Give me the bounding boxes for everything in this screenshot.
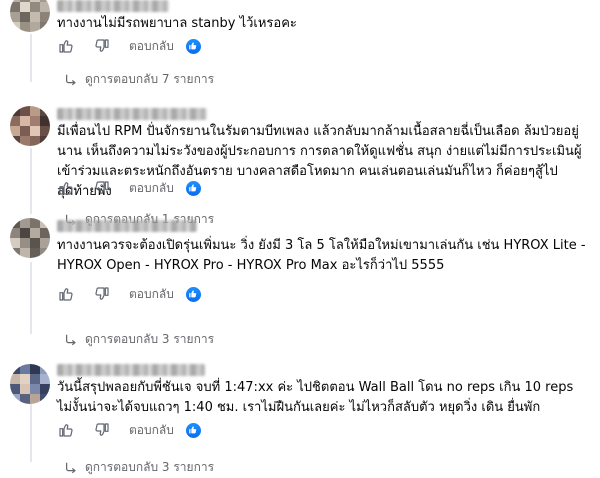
comment-text: วันนี้สรุปพลอยกับพี่ชันเจ จบที่ 1:47:xx … — [57, 380, 578, 415]
comment-actions: ตอบกลับ — [57, 178, 201, 198]
avatar[interactable] — [10, 106, 50, 146]
like-reaction-icon[interactable] — [185, 286, 201, 302]
commenter-name[interactable] — [57, 0, 169, 12]
thumb-down-icon[interactable] — [93, 179, 111, 197]
view-replies-label: ดูการตอบกลับ 3 รายการ — [85, 332, 215, 346]
comment-text: ทางงานควรจะต้องเปิดรุ่นเพิ่มนะ วิ่ง ยังม… — [57, 238, 590, 273]
commenter-name[interactable] — [57, 108, 207, 120]
avatar[interactable] — [10, 364, 50, 404]
comment-item: ทางงานไม่มีรถพยาบาล stanby ไว้เหรอคะ ตอบ… — [0, 0, 600, 90]
view-replies-link[interactable]: ดูการตอบกลับ 7 รายการ — [64, 70, 214, 89]
view-replies-label: ดูการตอบกลับ 7 รายการ — [85, 72, 215, 86]
like-reaction-icon[interactable] — [185, 422, 201, 438]
thumb-down-icon[interactable] — [93, 37, 111, 55]
view-replies-label: ดูการตอบกลับ 3 รายการ — [85, 460, 215, 474]
view-replies-link[interactable]: ดูการตอบกลับ 3 รายการ — [64, 330, 214, 349]
commenter-name[interactable] — [57, 220, 197, 232]
like-reaction-icon[interactable] — [185, 180, 201, 196]
avatar[interactable] — [10, 218, 50, 258]
reply-arrow-icon — [64, 333, 78, 347]
reply-arrow-icon — [64, 461, 78, 475]
avatar[interactable] — [10, 0, 50, 32]
reply-arrow-icon — [64, 73, 78, 87]
thumb-up-icon[interactable] — [57, 179, 75, 197]
thumb-up-icon[interactable] — [57, 285, 75, 303]
comment-actions: ตอบกลับ — [57, 284, 201, 304]
thumb-down-icon[interactable] — [93, 421, 111, 439]
reply-button[interactable]: ตอบกลับ — [129, 37, 174, 56]
reply-button[interactable]: ตอบกลับ — [129, 285, 174, 304]
comment-actions: ตอบกลับ — [57, 420, 201, 440]
comment-item: ทางงานควรจะต้องเปิดรุ่นเพิ่มนะ วิ่ง ยังม… — [0, 218, 600, 348]
like-reaction-icon[interactable] — [185, 38, 201, 54]
thumb-down-icon[interactable] — [93, 285, 111, 303]
comment-actions: ตอบกลับ — [57, 36, 201, 56]
comment-item: มีเพื่อนไป RPM ปั่นจักรยานในรัมตามบีทเพล… — [0, 104, 600, 226]
thumb-up-icon[interactable] — [57, 421, 75, 439]
view-replies-link[interactable]: ดูการตอบกลับ 3 รายการ — [64, 458, 214, 477]
thumb-up-icon[interactable] — [57, 37, 75, 55]
comment-item: วันนี้สรุปพลอยกับพี่ชันเจ จบที่ 1:47:xx … — [0, 360, 600, 478]
commenter-name[interactable] — [57, 364, 205, 376]
reply-button[interactable]: ตอบกลับ — [129, 421, 174, 440]
comment-text: ทางงานไม่มีรถพยาบาล stanby ไว้เหรอคะ — [57, 16, 297, 31]
reply-button[interactable]: ตอบกลับ — [129, 179, 174, 198]
